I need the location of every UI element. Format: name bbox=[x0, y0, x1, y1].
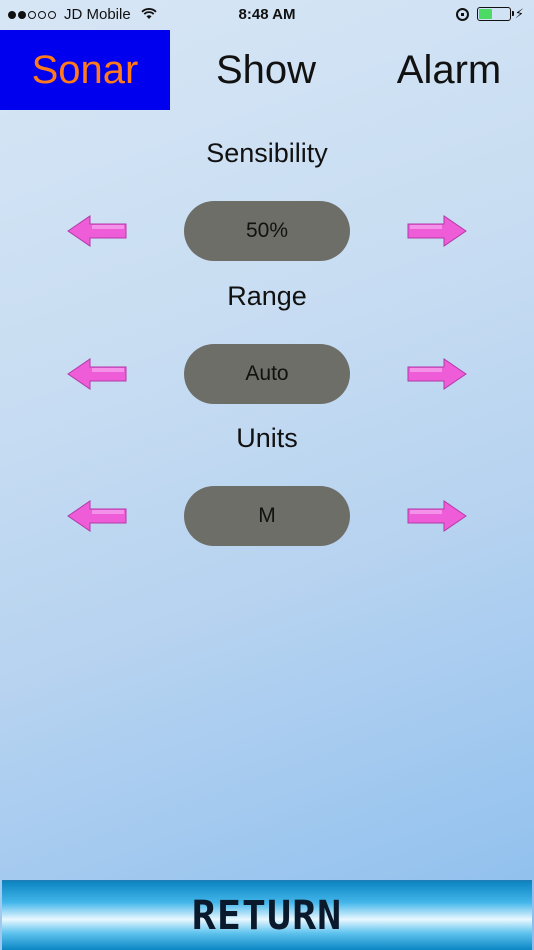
sensibility-decrease-button[interactable] bbox=[66, 214, 128, 248]
arrow-right-icon bbox=[407, 358, 467, 390]
return-button[interactable]: RETURN bbox=[2, 880, 532, 950]
range-value: Auto bbox=[184, 344, 350, 404]
arrow-right-icon bbox=[407, 500, 467, 532]
battery-icon bbox=[476, 7, 514, 21]
tab-alarm[interactable]: Alarm bbox=[365, 30, 533, 110]
status-time: 8:48 AM bbox=[238, 6, 296, 23]
units-decrease-button[interactable] bbox=[66, 499, 128, 533]
units-value: M bbox=[184, 486, 350, 546]
status-right: ⚡ bbox=[455, 6, 524, 22]
tab-show[interactable]: Show bbox=[180, 30, 352, 110]
sensibility-label: Sensibility bbox=[206, 138, 328, 168]
sensibility-increase-button[interactable] bbox=[406, 214, 468, 248]
tab-sonar[interactable]: Sonar bbox=[0, 30, 170, 110]
units-label: Units bbox=[236, 423, 298, 453]
arrow-left-icon bbox=[67, 358, 127, 390]
arrow-right-icon bbox=[407, 215, 467, 247]
charging-bolt-icon: ⚡ bbox=[514, 6, 524, 21]
range-decrease-button[interactable] bbox=[66, 357, 128, 391]
sensibility-value: 50% bbox=[184, 201, 350, 261]
arrow-left-icon bbox=[67, 215, 127, 247]
status-bar: JD Mobile 8:48 AM ⚡ bbox=[0, 0, 534, 30]
orientation-lock-icon bbox=[455, 7, 469, 21]
range-label: Range bbox=[227, 281, 307, 311]
range-increase-button[interactable] bbox=[406, 357, 468, 391]
arrow-left-icon bbox=[67, 500, 127, 532]
units-increase-button[interactable] bbox=[406, 499, 468, 533]
